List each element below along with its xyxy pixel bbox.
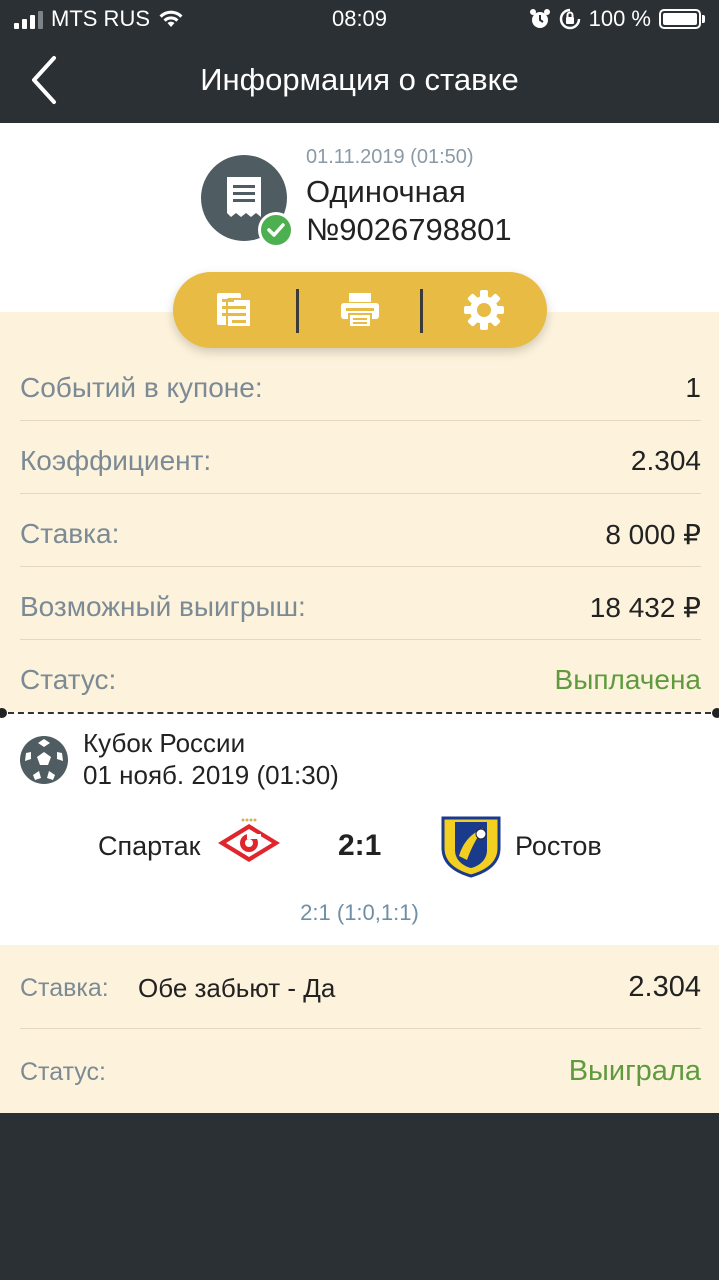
- bet-pick-row: Ставка: Обе забьют - Да 2.304: [20, 945, 701, 1029]
- battery-icon: [659, 9, 705, 29]
- match-score: 2:1: [338, 829, 382, 862]
- summary-row: Статус: Выплачена: [20, 640, 701, 713]
- status-bar: MTS RUS 08:09 100 %: [0, 0, 719, 40]
- toolbar-divider: [296, 289, 299, 333]
- print-button[interactable]: [305, 272, 415, 348]
- copy-button[interactable]: [179, 272, 289, 348]
- toolbar-divider: [420, 289, 423, 333]
- bet-odds: 2.304: [628, 971, 701, 1003]
- summary-value: 18 432 ₽: [589, 592, 701, 623]
- bet-number: №9026798801: [306, 212, 512, 247]
- summary-label: Статус:: [20, 664, 117, 695]
- rostov-logo-icon: [441, 816, 501, 878]
- bet-pick-label: Ставка:: [20, 974, 109, 1002]
- bet-status-label: Статус:: [20, 1058, 106, 1086]
- summary-row: Коэффициент: 2.304: [20, 421, 701, 494]
- settings-button[interactable]: [429, 272, 539, 348]
- summary-row: Ставка: 8 000 ₽: [20, 494, 701, 567]
- printer-icon: [341, 293, 379, 328]
- spartak-logo-icon: [218, 818, 280, 862]
- check-icon: [258, 212, 294, 248]
- bet-summary: Событий в купоне: 1 Коэффициент: 2.304 С…: [0, 312, 719, 712]
- action-toolbar: [173, 272, 547, 348]
- bet-pick-value: Обе забьют - Да: [138, 973, 336, 1003]
- summary-value: 8 000 ₽: [605, 519, 701, 550]
- summary-row: Событий в купоне: 1: [20, 348, 701, 421]
- gear-icon: [464, 290, 504, 330]
- status-value: Выплачена: [554, 664, 701, 695]
- summary-label: Коэффициент:: [20, 445, 212, 476]
- alarm-icon: [529, 9, 550, 28]
- summary-value: 1: [685, 372, 701, 403]
- bet-details: Ставка: Обе забьют - Да 2.304 Статус: Вы…: [0, 945, 719, 1113]
- away-team: Ростов: [515, 831, 602, 861]
- summary-label: Событий в купоне:: [20, 372, 263, 403]
- bet-status-value: Выиграла: [568, 1055, 701, 1087]
- page-title: Информация о ставке: [200, 62, 519, 97]
- battery-percent: 100 %: [588, 6, 651, 31]
- event-date: 01 нояб. 2019 (01:30): [83, 760, 339, 790]
- home-team: Спартак: [98, 831, 201, 861]
- tear-separator: [0, 707, 719, 719]
- summary-value: 2.304: [630, 445, 701, 476]
- nav-header: Информация о ставке: [0, 40, 719, 123]
- rotation-lock-icon: [559, 8, 580, 30]
- tournament-name: Кубок России: [83, 728, 246, 758]
- document-list-icon: [217, 293, 252, 328]
- bet-status-row: Статус: Выиграла: [20, 1029, 701, 1113]
- summary-row: Возможный выигрыш: 18 432 ₽: [20, 567, 701, 640]
- score-detail: 2:1 (1:0,1:1): [300, 900, 419, 925]
- summary-label: Возможный выигрыш:: [20, 591, 306, 622]
- summary-label: Ставка:: [20, 518, 120, 549]
- bet-date: 01.11.2019 (01:50): [306, 146, 474, 168]
- bet-type: Одиночная: [306, 174, 466, 209]
- soccer-ball-icon: [20, 736, 68, 784]
- status-right: 100 %: [529, 6, 705, 32]
